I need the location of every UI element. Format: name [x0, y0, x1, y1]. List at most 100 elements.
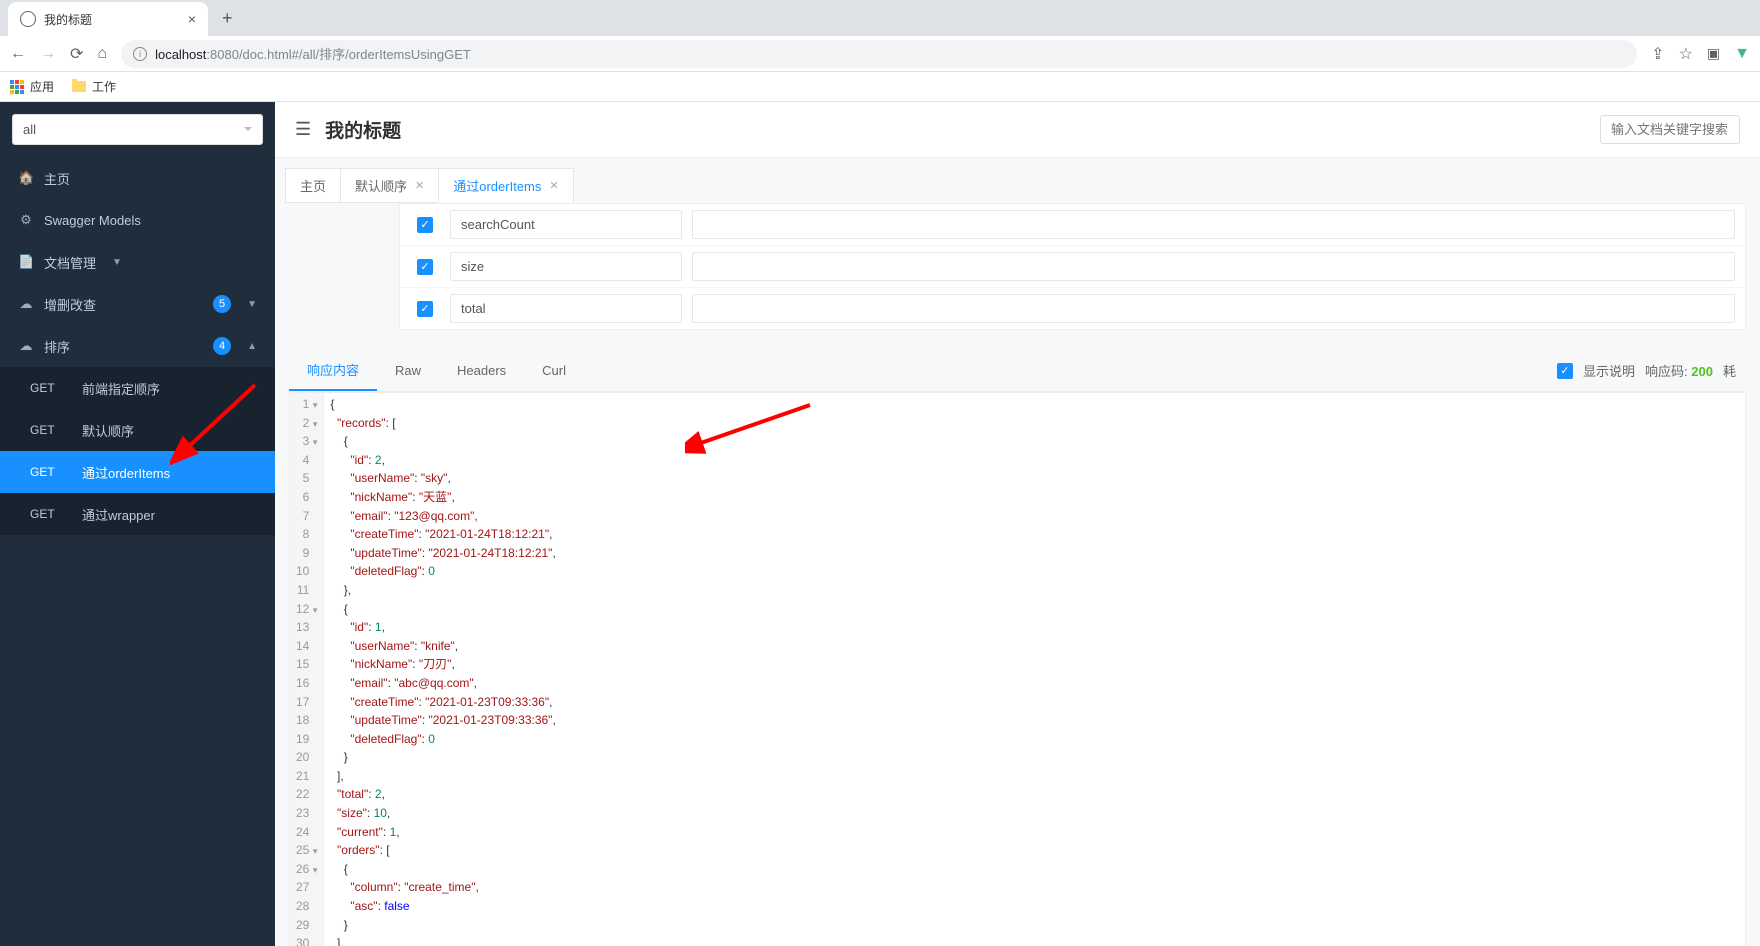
- work-bookmark[interactable]: 工作: [72, 78, 116, 95]
- response-tab-Raw[interactable]: Raw: [377, 353, 439, 388]
- tab-bar: 我的标题 × +: [0, 0, 1760, 36]
- nav-right-icons: ⇪ ☆ ▣ ▼: [1651, 44, 1750, 64]
- folder-icon: [72, 81, 86, 92]
- response-tab-Curl[interactable]: Curl: [524, 353, 584, 388]
- json-viewer[interactable]: 1▾2▾3▾456789101112▾131415161718192021222…: [289, 392, 1746, 946]
- sidebar-subitem-label: 通过wrapper: [82, 505, 155, 524]
- response-status: ✓ 显示说明 响应码: 200 耗: [1557, 361, 1746, 380]
- nav-bar: ← → ⟳ ⌂ i localhost:8080/doc.html#/all/排…: [0, 36, 1760, 72]
- sidebar-item-label: 排序: [44, 337, 70, 356]
- sidebar-subitem-通过orderItems[interactable]: GET 通过orderItems: [0, 451, 275, 493]
- info-icon[interactable]: i: [133, 47, 147, 61]
- page-title: 我的标题: [325, 116, 401, 143]
- work-label: 工作: [92, 78, 116, 95]
- sidebar-icon: ☁: [18, 338, 34, 354]
- vue-devtools-icon[interactable]: ▼: [1734, 45, 1750, 63]
- content-tabs: 主页默认顺序✕ 通过orderItems ✕: [275, 158, 1760, 203]
- sidebar-icon: 🏠: [18, 170, 34, 186]
- sidebar-item-主页[interactable]: 🏠 主页: [0, 157, 275, 199]
- sidebar-icon: 📄: [18, 254, 34, 270]
- response-tab-响应内容[interactable]: 响应内容: [289, 350, 377, 391]
- sidebar-item-label: 增删改查: [44, 295, 96, 314]
- api-group-selector[interactable]: all: [12, 114, 263, 145]
- menu-toggle-icon[interactable]: ☰: [295, 119, 311, 140]
- app: all 🏠主页⚙Swagger Models📄文档管理▼☁增删改查5▼☁排序4▲…: [0, 102, 1760, 946]
- line-gutter: 1▾2▾3▾456789101112▾131415161718192021222…: [290, 393, 324, 946]
- sidebar-icon: ☁: [18, 296, 34, 312]
- sidebar-subitem-label: 通过orderItems: [82, 463, 170, 482]
- tab-label: 主页: [300, 176, 326, 195]
- param-block: ✓ ✓ ✓: [399, 203, 1746, 330]
- content-body: ✓ ✓ ✓ 响应内容RawHeadersCurl ✓ 显示说明 响应码: 200…: [275, 203, 1760, 946]
- browser-tab[interactable]: 我的标题 ×: [8, 2, 208, 36]
- sidebar-item-label: Swagger Models: [44, 213, 141, 228]
- param-row-size: ✓: [400, 246, 1745, 288]
- sidebar-item-Swagger Models[interactable]: ⚙Swagger Models: [0, 199, 275, 241]
- param-name-input[interactable]: [450, 252, 682, 281]
- http-method-label: GET: [30, 507, 58, 521]
- param-value-input[interactable]: [692, 252, 1735, 281]
- url-host: localhost: [155, 47, 206, 62]
- url-port: :8080: [206, 47, 239, 62]
- star-icon[interactable]: ☆: [1679, 44, 1693, 64]
- tab-label: 通过orderItems: [453, 176, 541, 195]
- bookmark-bar: 应用 工作: [0, 72, 1760, 102]
- api-group-select[interactable]: all: [12, 114, 263, 145]
- param-value-input[interactable]: [692, 210, 1735, 239]
- http-method-label: GET: [30, 381, 58, 395]
- search-input[interactable]: [1600, 115, 1740, 144]
- count-badge: 5: [213, 295, 231, 313]
- param-checkbox[interactable]: ✓: [417, 301, 433, 317]
- sidebar-item-label: 文档管理: [44, 253, 96, 272]
- response-tab-Headers[interactable]: Headers: [439, 353, 524, 388]
- param-name-input[interactable]: [450, 294, 682, 323]
- apps-label: 应用: [30, 78, 54, 95]
- sidebar-subitem-通过wrapper[interactable]: GET 通过wrapper: [0, 493, 275, 535]
- close-icon[interactable]: ×: [188, 11, 196, 27]
- param-row-total: ✓: [400, 288, 1745, 329]
- show-desc-checkbox[interactable]: ✓: [1557, 363, 1573, 379]
- apps-bookmark[interactable]: 应用: [10, 78, 54, 95]
- apps-icon: [10, 80, 24, 94]
- chevron-icon: ▼: [247, 299, 257, 310]
- param-checkbox[interactable]: ✓: [417, 259, 433, 275]
- tab-title: 我的标题: [44, 11, 180, 28]
- sidebar-subitem-前端指定顺序[interactable]: GET 前端指定顺序: [0, 367, 275, 409]
- response-code-label: 响应码: 200: [1645, 361, 1713, 380]
- response-extra-label: 耗: [1723, 361, 1736, 380]
- sidebar-item-文档管理[interactable]: 📄文档管理▼: [0, 241, 275, 283]
- param-name-input[interactable]: [450, 210, 682, 239]
- sidebar-subitem-label: 前端指定顺序: [82, 379, 160, 398]
- content-tab-默认顺序[interactable]: 默认顺序✕: [340, 168, 439, 203]
- home-button[interactable]: ⌂: [97, 45, 107, 63]
- content-header: ☰ 我的标题: [275, 102, 1760, 158]
- sidebar: all 🏠主页⚙Swagger Models📄文档管理▼☁增删改查5▼☁排序4▲…: [0, 102, 275, 946]
- back-button[interactable]: ←: [10, 45, 26, 63]
- close-icon[interactable]: ✕: [549, 179, 558, 192]
- content-tab-通过orderItems[interactable]: 通过orderItems ✕: [438, 168, 573, 203]
- share-icon[interactable]: ⇪: [1651, 44, 1664, 64]
- param-checkbox[interactable]: ✓: [417, 217, 433, 233]
- url-path: /doc.html#/all/排序/orderItemsUsingGET: [239, 47, 471, 62]
- content-tab-主页[interactable]: 主页: [285, 168, 341, 203]
- sidebar-subitem-label: 默认顺序: [82, 421, 134, 440]
- http-method-label: GET: [30, 465, 58, 479]
- sidebar-item-排序[interactable]: ☁排序4▲: [0, 325, 275, 367]
- sidebar-submenu: GET 前端指定顺序 GET默认顺序 GET 通过orderItems GET 通过wrap…: [0, 367, 275, 535]
- extension-icon[interactable]: ▣: [1707, 45, 1720, 62]
- forward-button[interactable]: →: [40, 45, 56, 63]
- param-value-input[interactable]: [692, 294, 1735, 323]
- close-icon[interactable]: ✕: [415, 179, 424, 192]
- new-tab-button[interactable]: +: [222, 8, 233, 29]
- show-desc-label: 显示说明: [1583, 361, 1635, 380]
- count-badge: 4: [213, 337, 231, 355]
- reload-button[interactable]: ⟳: [70, 44, 83, 64]
- sidebar-item-增删改查[interactable]: ☁ 增删改查 5 ▼: [0, 283, 275, 325]
- search-box: [1600, 115, 1740, 144]
- url-text: localhost:8080/doc.html#/all/排序/orderIte…: [155, 44, 471, 63]
- sidebar-item-label: 主页: [44, 169, 70, 188]
- sidebar-subitem-默认顺序[interactable]: GET默认顺序: [0, 409, 275, 451]
- param-row-searchCount: ✓: [400, 204, 1745, 246]
- json-code[interactable]: { "records": [ { "id": 2, "userName": "s…: [324, 393, 561, 946]
- url-bar[interactable]: i localhost:8080/doc.html#/all/排序/orderI…: [121, 40, 1637, 68]
